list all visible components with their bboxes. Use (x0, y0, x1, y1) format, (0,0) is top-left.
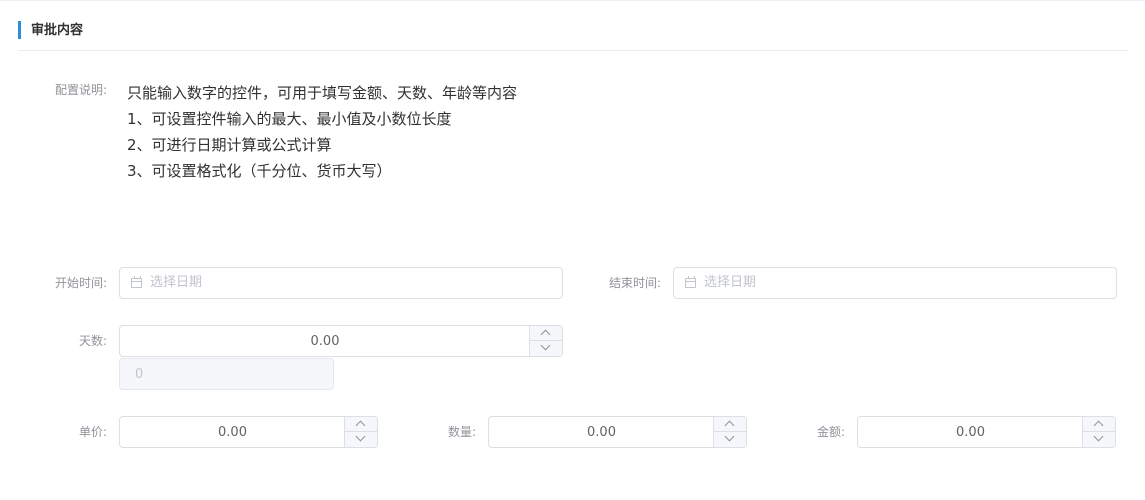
quantity-number-input[interactable]: 0.00 (488, 416, 747, 448)
config-description: 只能输入数字的控件，可用于填写金额、天数、年龄等内容 1、可设置控件输入的最大、… (127, 80, 517, 184)
chevron-up-icon (355, 420, 366, 431)
unit-price-number-input[interactable]: 0.00 (119, 416, 378, 448)
section-accent-bar (18, 21, 21, 39)
days-stepper (529, 326, 562, 356)
start-time-date-picker[interactable]: 选择日期 (119, 267, 563, 299)
amount-increase-button[interactable] (1083, 417, 1115, 432)
chevron-up-icon (724, 420, 735, 431)
days-increase-button[interactable] (530, 326, 562, 341)
unit-price-value[interactable]: 0.00 (120, 424, 345, 442)
days-label: 天数: (78, 334, 107, 348)
amount-decrease-button[interactable] (1083, 431, 1115, 447)
chevron-up-icon (1093, 420, 1104, 431)
section-header: 审批内容 (18, 20, 1128, 51)
quantity-increase-button[interactable] (714, 417, 746, 432)
section-title: 审批内容 (31, 23, 84, 38)
chevron-down-icon (540, 340, 551, 351)
days-computed-value: 0 (135, 367, 144, 382)
days-number-input[interactable]: 0.00 (119, 325, 563, 357)
quantity-decrease-button[interactable] (714, 431, 746, 447)
top-divider (0, 0, 1145, 1)
amount-label: 金额: (816, 425, 845, 439)
chevron-down-icon (724, 431, 735, 442)
quantity-value[interactable]: 0.00 (489, 424, 714, 442)
quantity-label: 数量: (447, 425, 476, 439)
unit-price-label: 单价: (78, 425, 107, 439)
config-description-label: 配置说明: (54, 83, 107, 97)
end-time-placeholder: 选择日期 (704, 275, 757, 290)
end-time-label: 结束时间: (608, 276, 661, 290)
start-time-label: 开始时间: (54, 276, 107, 290)
amount-value[interactable]: 0.00 (858, 424, 1083, 442)
chevron-up-icon (540, 329, 551, 340)
config-description-line: 2、可进行日期计算或公式计算 (127, 136, 332, 154)
config-description-line: 1、可设置控件输入的最大、最小值及小数位长度 (127, 110, 452, 128)
quantity-stepper (713, 417, 746, 447)
days-computed-field: 0 (119, 358, 334, 390)
calendar-icon (685, 276, 696, 288)
config-description-line: 3、可设置格式化（千分位、货币大写） (127, 162, 392, 180)
end-time-date-picker[interactable]: 选择日期 (673, 267, 1117, 299)
days-decrease-button[interactable] (530, 340, 562, 356)
unit-price-stepper (344, 417, 377, 447)
days-value[interactable]: 0.00 (120, 333, 530, 351)
calendar-icon (131, 276, 142, 288)
config-description-line: 只能输入数字的控件，可用于填写金额、天数、年龄等内容 (127, 84, 518, 102)
unit-price-decrease-button[interactable] (345, 431, 377, 447)
chevron-down-icon (1093, 431, 1104, 442)
unit-price-increase-button[interactable] (345, 417, 377, 432)
chevron-down-icon (355, 431, 366, 442)
start-time-placeholder: 选择日期 (150, 275, 203, 290)
amount-stepper (1082, 417, 1115, 447)
amount-number-input[interactable]: 0.00 (857, 416, 1116, 448)
